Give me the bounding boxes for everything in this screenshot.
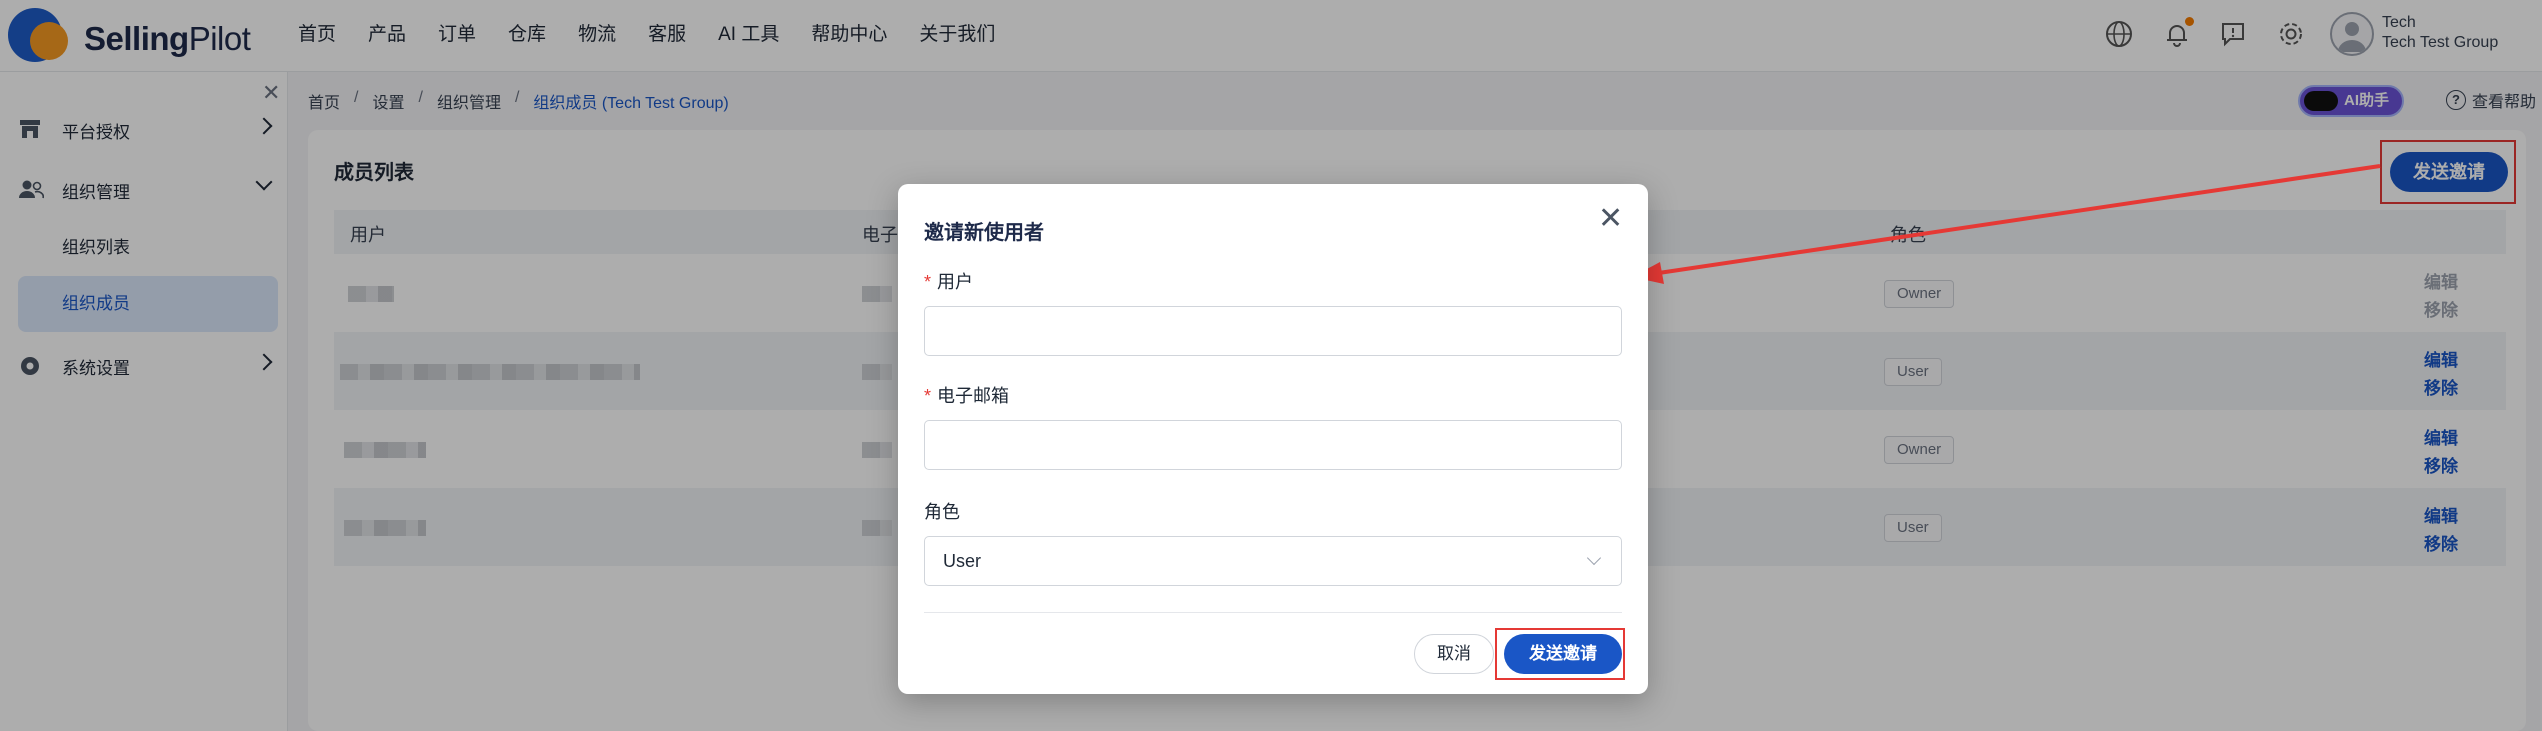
email-input[interactable] [924, 420, 1622, 470]
email-field-label: * 电子邮箱 [924, 386, 1010, 406]
user-input[interactable] [924, 306, 1622, 356]
annotation-highlight-box [1495, 628, 1625, 680]
role-select-value: User [943, 551, 982, 571]
user-field-label: * 用户 [924, 272, 974, 292]
chevron-down-icon [1586, 550, 1602, 566]
role-select[interactable]: User [924, 536, 1622, 586]
role-field-label: 角色 [924, 502, 960, 522]
dialog-title: 邀请新使用者 [924, 222, 1044, 244]
close-icon[interactable]: ✕ [1598, 204, 1623, 234]
dialog-divider [924, 612, 1622, 613]
cancel-button[interactable]: 取消 [1414, 634, 1494, 674]
invite-user-dialog: 邀请新使用者 ✕ * 用户 * 电子邮箱 角色 User 取消 发送邀请 [898, 184, 1648, 694]
